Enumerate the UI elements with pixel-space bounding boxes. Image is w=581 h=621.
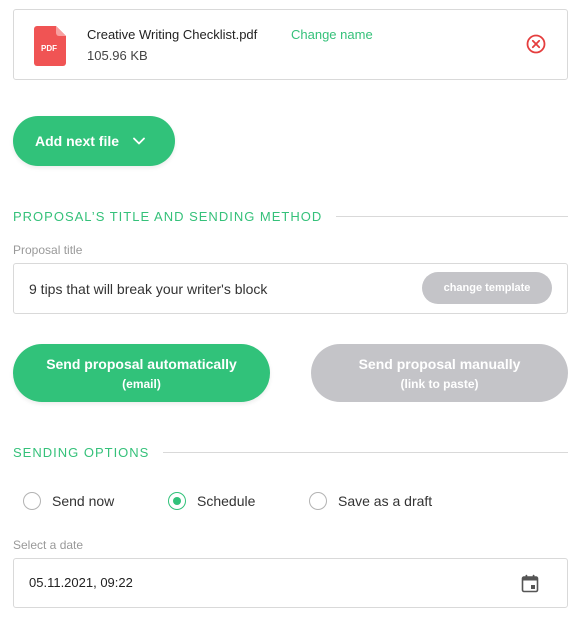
send-automatically-button[interactable]: Send proposal automatically (email)	[13, 344, 270, 402]
proposal-title-input[interactable]: 9 tips that will break your writer's blo…	[13, 263, 568, 314]
file-name: Creative Writing Checklist.pdf	[87, 27, 258, 42]
section-sending-options-label: SENDING OPTIONS	[13, 445, 150, 460]
calendar-icon[interactable]	[521, 574, 539, 593]
change-template-button[interactable]: change template	[422, 272, 552, 304]
add-next-file-label: Add next file	[35, 133, 120, 149]
radio-button[interactable]	[309, 492, 327, 510]
radio-schedule-label: Schedule	[197, 493, 256, 509]
section-sending-options: SENDING OPTIONS	[13, 445, 568, 460]
attached-file-card: PDF Creative Writing Checklist.pdf Chang…	[13, 9, 568, 80]
sending-options-radio-group: Send now Schedule Save as a draft	[23, 492, 432, 510]
proposal-title-value[interactable]: 9 tips that will break your writer's blo…	[29, 281, 267, 297]
radio-save-draft-label: Save as a draft	[338, 493, 433, 509]
pdf-file-icon: PDF	[34, 26, 66, 66]
send-manually-button[interactable]: Send proposal manually (link to paste)	[311, 344, 568, 402]
section-title-and-method: PROPOSAL’S TITLE AND SENDING METHOD	[13, 209, 568, 224]
add-next-file-button[interactable]: Add next file	[13, 116, 175, 166]
send-manually-sub: (link to paste)	[400, 376, 479, 391]
radio-save-draft[interactable]: Save as a draft	[309, 492, 432, 510]
radio-schedule[interactable]: Schedule	[168, 492, 309, 510]
date-label: Select a date	[13, 538, 84, 552]
send-automatically-sub: (email)	[122, 376, 161, 391]
pdf-icon-label: PDF	[41, 44, 57, 53]
send-manually-label: Send proposal manually	[358, 355, 521, 372]
chevron-down-icon	[133, 137, 145, 145]
radio-send-now-label: Send now	[52, 493, 115, 509]
close-circle-icon[interactable]	[525, 33, 547, 55]
file-size: 105.96 KB	[87, 48, 148, 63]
radio-button-checked[interactable]	[168, 492, 186, 510]
date-value[interactable]: 05.11.2021, 09:22	[29, 575, 133, 590]
proposal-title-label: Proposal title	[13, 243, 83, 257]
change-name-link[interactable]: Change name	[291, 27, 373, 42]
section-divider	[163, 452, 568, 453]
send-automatically-label: Send proposal automatically	[46, 355, 237, 372]
radio-button[interactable]	[23, 492, 41, 510]
date-input[interactable]: 05.11.2021, 09:22	[13, 558, 568, 608]
radio-send-now[interactable]: Send now	[23, 492, 168, 510]
section-divider	[336, 216, 568, 217]
section-title-and-method-label: PROPOSAL’S TITLE AND SENDING METHOD	[13, 209, 323, 224]
